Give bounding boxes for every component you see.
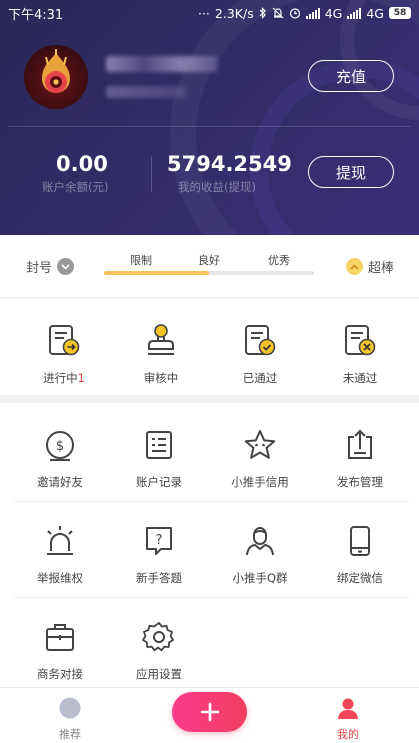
- settings-icon: [142, 622, 174, 652]
- report-rights[interactable]: 举报维权: [8, 523, 112, 586]
- compass-icon: [59, 697, 81, 719]
- question-icon: ?: [146, 527, 172, 555]
- signal-icon: [305, 7, 320, 19]
- invite-friends[interactable]: $ 邀请好友: [8, 427, 112, 490]
- qq-group[interactable]: 小推手Q群: [208, 523, 312, 586]
- credit-level-bar: 封号 限制 良好 优秀 超棒: [0, 235, 419, 297]
- level-low: 封号: [26, 257, 75, 276]
- record-icon: [146, 431, 172, 459]
- tab-mine-label: 我的: [337, 728, 359, 741]
- flame-logo-icon: [42, 49, 70, 93]
- user-icon: [338, 698, 358, 719]
- level-mark-excellent: 优秀: [268, 254, 290, 267]
- order-reviewing[interactable]: 审核中: [109, 323, 213, 386]
- tab-recommend-label: 推荐: [59, 728, 81, 741]
- status-time: 下午4:31: [8, 7, 64, 23]
- header-divider: [8, 126, 411, 127]
- avatar[interactable]: [24, 45, 88, 109]
- level-mark-limited: 限制: [130, 254, 152, 267]
- order-rejected[interactable]: 未通过: [308, 323, 412, 386]
- publish-management-label: 发布管理: [337, 475, 383, 489]
- recharge-button[interactable]: 充值: [308, 60, 394, 92]
- blurred-username: [106, 56, 218, 72]
- plus-icon: [200, 702, 219, 722]
- approved-icon: [245, 325, 276, 356]
- bind-wechat[interactable]: 绑定微信: [308, 523, 412, 586]
- services-divider-1: [14, 501, 410, 502]
- withdraw-button[interactable]: 提现: [308, 156, 394, 188]
- order-approved-label: 已通过: [242, 371, 278, 385]
- network-type-2: 4G: [366, 5, 384, 21]
- services-grid: $ 邀请好友 账户记录 小推手信用 发布管理 举报维权 ? 新手答题 小推手Q群…: [0, 403, 419, 687]
- bind-wechat-label: 绑定微信: [337, 571, 383, 585]
- publish-management[interactable]: 发布管理: [308, 427, 412, 490]
- newbie-quiz[interactable]: ? 新手答题: [107, 523, 211, 586]
- order-rejected-label: 未通过: [342, 371, 378, 385]
- dots-icon: ···: [197, 5, 210, 21]
- person-icon: [246, 527, 274, 556]
- earnings-label: 我的收益(提现): [178, 180, 256, 194]
- level-progress-fill: [104, 271, 209, 275]
- balance-value: 0.00: [56, 152, 108, 176]
- star-icon: [244, 430, 276, 459]
- add-button[interactable]: [172, 692, 247, 732]
- in-progress-icon: [49, 325, 80, 356]
- qq-group-label: 小推手Q群: [232, 571, 288, 585]
- blurred-user-id: [106, 86, 186, 98]
- level-low-label: 封号: [26, 261, 53, 276]
- svg-text:$: $: [56, 439, 64, 454]
- chevron-up-icon: [346, 258, 363, 275]
- network-type-1: 4G: [324, 5, 343, 21]
- rejected-icon: [345, 325, 376, 356]
- upload-icon: [348, 429, 372, 459]
- order-reviewing-label: 审核中: [143, 371, 179, 385]
- business-contact-label: 商务对接: [37, 667, 83, 681]
- level-mark-good: 良好: [198, 254, 220, 267]
- bluetooth-icon: [259, 7, 266, 19]
- tab-mine[interactable]: 我的: [318, 696, 378, 742]
- app-settings[interactable]: 应用设置: [107, 619, 211, 682]
- battery-icon: 58: [389, 7, 411, 19]
- account-header: 下午4:31 ··· 2.3K/s 4G 4G 58 充值 0.00 账户余额(…: [0, 0, 419, 235]
- order-approved[interactable]: 已通过: [208, 323, 312, 386]
- level-high-label: 超棒: [368, 261, 395, 276]
- mute-icon: [272, 7, 284, 19]
- stats-separator: [151, 156, 152, 192]
- tab-recommend[interactable]: 推荐: [40, 696, 100, 742]
- app-settings-label: 应用设置: [136, 667, 182, 681]
- credit-score-label: 小推手信用: [231, 475, 289, 489]
- briefcase-icon: [46, 624, 74, 651]
- phone-icon: [350, 526, 370, 556]
- balance-label: 账户余额(元): [42, 180, 109, 194]
- coin-icon: $: [46, 431, 74, 461]
- level-high: 超棒: [346, 257, 394, 276]
- chevron-down-icon: [57, 258, 75, 275]
- account-records-label: 账户记录: [136, 475, 182, 489]
- alarm-clock-icon: [289, 8, 300, 19]
- earnings-value: 5794.2549: [167, 152, 292, 176]
- network-speed: 2.3K/s: [214, 5, 254, 21]
- status-bar: 下午4:31 ··· 2.3K/s 4G 4G 58: [0, 0, 419, 26]
- order-in-progress-label: 进行中: [43, 371, 78, 385]
- order-in-progress-count: 1: [77, 371, 85, 385]
- newbie-quiz-label: 新手答题: [136, 571, 182, 585]
- level-progress-track: [104, 271, 314, 275]
- invite-friends-label: 邀请好友: [37, 475, 83, 489]
- services-divider-2: [14, 597, 410, 598]
- svg-text:?: ?: [156, 533, 163, 548]
- order-in-progress[interactable]: 进行中1: [12, 323, 116, 386]
- credit-score[interactable]: 小推手信用: [208, 427, 312, 490]
- alarm-icon: [47, 526, 73, 555]
- account-records[interactable]: 账户记录: [107, 427, 211, 490]
- order-status-panel: 进行中1 审核中 已通过 未通过: [0, 298, 419, 395]
- business-contact[interactable]: 商务对接: [8, 619, 112, 682]
- stamp-icon: [148, 324, 174, 355]
- report-rights-label: 举报维权: [37, 571, 83, 585]
- signal-icon-2: [347, 7, 362, 19]
